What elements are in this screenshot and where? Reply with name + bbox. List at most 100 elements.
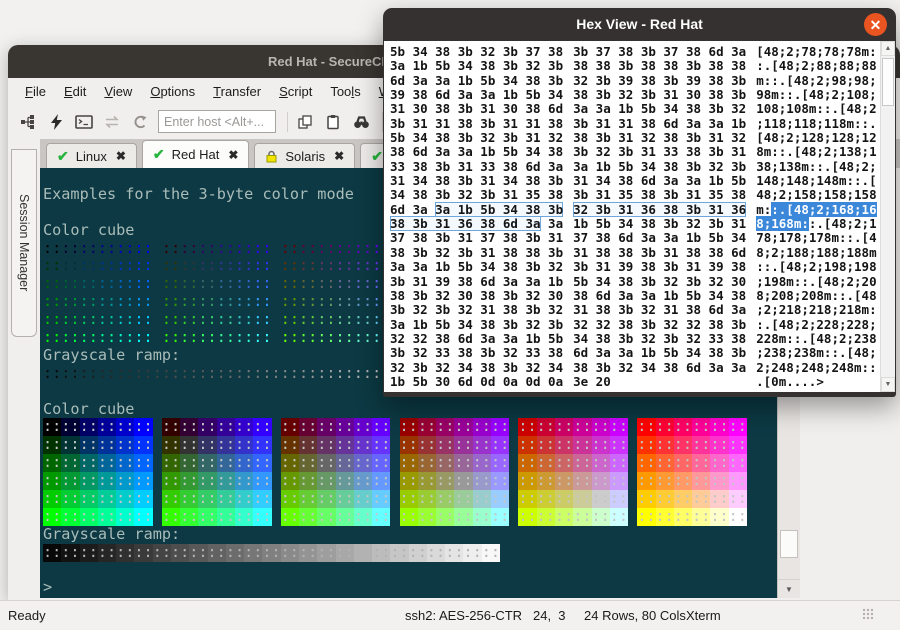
tab-label: Linux	[76, 149, 107, 164]
resize-grip[interactable]	[862, 608, 874, 620]
check-icon: ✔	[371, 148, 383, 165]
reconnect-button[interactable]	[100, 110, 124, 134]
lightning-icon	[49, 114, 64, 130]
color-cube-bg-row: :::::::::::: :::::::::::: :::::::::::: :…	[43, 508, 777, 526]
hex-ascii: :.[48;2;228;228;	[756, 318, 880, 332]
hex-row: 5b 34 38 3b 32 3b 31 3238 3b 31 32 38 3b…	[390, 131, 880, 145]
reconnect-icon	[103, 115, 121, 129]
color-cube-bg-row: :::::::::::: :::::::::::: :::::::::::: :…	[43, 490, 777, 508]
hex-row: 3b 32 33 38 3b 32 33 386d 3a 3a 1b 5b 34…	[390, 346, 880, 360]
hex-bytes-right: 37 38 6d 3a 3a 1b 5b 34	[573, 231, 746, 245]
tab-close-icon[interactable]: ✖	[228, 148, 238, 162]
hex-row: 6d 3a 3a 1b 5b 34 38 3b32 3b 39 38 3b 39…	[390, 74, 880, 88]
window-title: Red Hat - SecureCRT	[268, 54, 399, 69]
tab-close-icon[interactable]: ✖	[116, 149, 126, 163]
menu-transfer[interactable]: Transfer	[204, 81, 270, 102]
binoculars-icon	[353, 114, 370, 130]
hex-ascii: 8m::.[48;2;138;1	[756, 145, 880, 159]
menu-tools[interactable]: Tools	[321, 81, 369, 102]
check-icon: ✔	[153, 146, 165, 163]
tab-solaris[interactable]: Solaris✖	[254, 143, 355, 168]
hex-bytes-left: 3b 32 3b 32 31 38 3b 32	[390, 303, 563, 317]
menu-file[interactable]: File	[16, 81, 55, 102]
close-icon[interactable]: ✕	[864, 13, 887, 36]
hex-bytes-right: 3e 20	[573, 375, 746, 389]
hex-ascii: 108;108m::.[48;2	[756, 102, 880, 116]
hex-ascii: 8;208;208m::.[48	[756, 289, 880, 303]
hex-bytes-right: 32 3b 31 36 38 3b 31 36	[573, 203, 746, 217]
hex-bytes-left: 37 38 3b 31 37 38 3b 31	[390, 231, 563, 245]
hex-ascii: 38;138m::.[48;2;	[756, 160, 880, 174]
menu-edit[interactable]: Edit	[55, 81, 95, 102]
hex-ascii: 98m::.[48;2;108;	[756, 88, 880, 102]
hex-bytes-right: 1b 5b 34 38 3b 32 3b 31	[573, 217, 746, 231]
session-manager-tab[interactable]: Session Manager	[11, 149, 37, 337]
hex-bytes-right: 31 38 3b 32 31 38 6d 3a	[573, 303, 746, 317]
hex-bytes-right: 3b 31 39 38 3b 31 39 38	[573, 260, 746, 274]
hex-bytes-left: 33 38 3b 31 33 38 6d 3a	[390, 160, 563, 174]
hex-bytes-left: 39 38 6d 3a 3a 1b 5b 34	[390, 88, 563, 102]
copy-button[interactable]	[293, 110, 317, 134]
terminal-icon	[75, 114, 93, 130]
disconnect-button[interactable]	[128, 110, 152, 134]
hex-row: 3a 1b 5b 34 38 3b 32 3b38 38 3b 38 38 3b…	[390, 59, 880, 73]
hex-bytes-right: 38 6d 3a 3a 1b 5b 34 38	[573, 289, 746, 303]
hex-dialog-titlebar[interactable]: Hex View - Red Hat ✕	[384, 8, 895, 41]
menu-script[interactable]: Script	[270, 81, 321, 102]
hex-bytes-left: 3a 3a 1b 5b 34 38 3b 32	[390, 260, 563, 274]
hex-bytes-right: 38 3b 32 3b 31 30 38 3b	[573, 88, 746, 102]
hex-bytes-left: 32 3b 32 34 38 3b 32 34	[390, 361, 563, 375]
hex-bytes-right: 3b 37 38 3b 37 38 6d 3a	[573, 45, 746, 59]
session-manager-strip: Session Manager	[8, 139, 40, 599]
paste-button[interactable]	[321, 110, 345, 134]
quick-connect-button[interactable]	[44, 110, 68, 134]
status-encryption: ssh2: AES-256-CTR	[405, 608, 522, 623]
hex-bytes-left: 38 3b 32 30 38 3b 32 30	[390, 289, 563, 303]
hex-scroll-up-button[interactable]: ▲	[881, 41, 895, 56]
hex-scrollbar[interactable]: ▲ ▼	[880, 41, 895, 392]
hex-bytes-right: 6d 3a 3a 1b 5b 34 38 3b	[573, 346, 746, 360]
hex-ascii: 228m::.[48;2;238	[756, 332, 880, 346]
hex-row: 32 3b 32 34 38 3b 32 34 38 3b 32 34 38 6d…	[390, 361, 880, 375]
terminal-scroll-down-button[interactable]: ▼	[778, 579, 800, 598]
tab-red-hat[interactable]: ✔ Red Hat ✖	[142, 140, 250, 168]
hex-ascii: :.[48;2;88;88;88	[756, 59, 880, 73]
tab-close-icon[interactable]: ✖	[334, 149, 344, 163]
hex-scrollbar-thumb[interactable]	[882, 58, 894, 106]
hex-row: 38 3b 32 30 38 3b 32 30 38 6d 3a 3a 1b 5b…	[390, 289, 880, 303]
tab-linux[interactable]: ✔ Linux ✖	[46, 143, 137, 168]
hex-scroll-down-button[interactable]: ▼	[881, 377, 895, 392]
host-input[interactable]	[158, 110, 276, 133]
status-ready: Ready	[8, 608, 46, 623]
hex-ascii: 2;248;248;248m::	[756, 361, 880, 375]
connect-terminal-button[interactable]	[72, 110, 96, 134]
toolbar-separator	[287, 112, 288, 132]
hex-row: 39 38 6d 3a 3a 1b 5b 34 38 3b 32 3b 31 30…	[390, 88, 880, 102]
hex-bytes-left: 1b 5b 30 6d 0d 0a 0d 0a	[390, 375, 563, 389]
terminal-line	[43, 562, 777, 580]
hex-bytes-left: 6d 3a 3a 1b 5b 34 38 3b	[390, 203, 563, 217]
check-icon: ✔	[57, 148, 69, 165]
shell-prompt: >	[43, 579, 777, 597]
grayscale-bg-row: ::::::::::::::::::::::::::::::::::::::::…	[43, 544, 777, 562]
hex-row: 1b 5b 30 6d 0d 0a 0d 0a3e 20.[0m....>	[390, 375, 880, 389]
hex-ascii: ;118;118;118m::.	[756, 117, 880, 131]
hex-bytes-left: 3a 1b 5b 34 38 3b 32 3b	[390, 318, 563, 332]
menu-view[interactable]: View	[95, 81, 141, 102]
menu-options[interactable]: Options	[141, 81, 204, 102]
terminal-scrollbar-thumb[interactable]	[780, 530, 798, 558]
copy-icon	[297, 114, 313, 130]
color-cube-label: Color cube	[43, 401, 777, 419]
tab-label: Red Hat	[172, 147, 220, 162]
hex-bytes-left: 32 32 38 6d 3a 3a 1b 5b	[390, 332, 563, 346]
hex-bytes-right: 31 34 38 6d 3a 3a 1b 5b	[573, 174, 746, 188]
status-emulation: Xterm	[686, 608, 721, 623]
session-manager-button[interactable]	[16, 110, 40, 134]
hex-bytes-right: 38 3b 32 34 38 6d 3a 3a	[573, 361, 746, 375]
hex-dump[interactable]: 5b 34 38 3b 32 3b 37 383b 37 38 3b 37 38…	[384, 41, 880, 392]
color-cube-bg-row: :::::::::::: :::::::::::: :::::::::::: :…	[43, 472, 777, 490]
hex-row: 34 38 3b 32 3b 31 35 383b 31 35 38 3b 31…	[390, 188, 880, 202]
find-button[interactable]	[349, 110, 373, 134]
grayscale-label: Grayscale ramp:	[43, 526, 777, 544]
color-cube-bg-row: :::::::::::: :::::::::::: :::::::::::: :…	[43, 436, 777, 454]
